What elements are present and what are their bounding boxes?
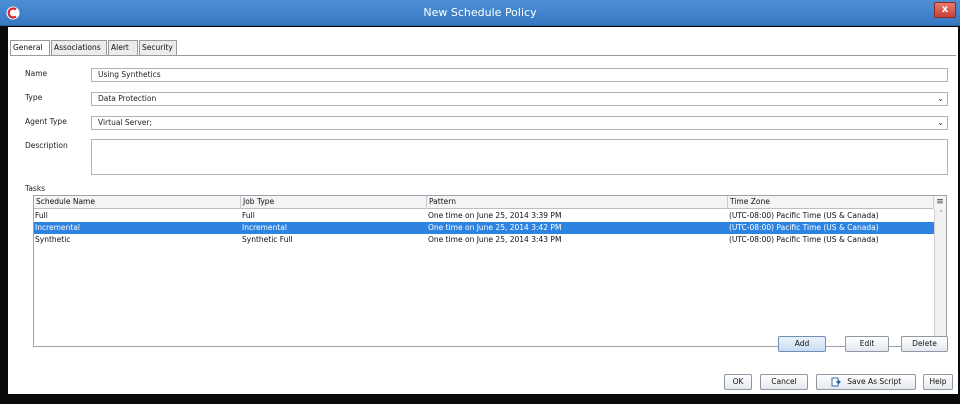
column-header-time-zone[interactable]: Time Zone bbox=[728, 196, 934, 209]
cell-time-zone: (UTC-08:00) Pacific Time (US & Canada) bbox=[729, 211, 879, 220]
agent-type-select[interactable]: Virtual Server; ⌄ bbox=[91, 116, 948, 130]
description-label: Description bbox=[25, 141, 68, 150]
tasks-label: Tasks bbox=[25, 184, 46, 193]
table-row-selected[interactable]: Incremental Incremental One time on June… bbox=[34, 222, 934, 234]
table-row[interactable]: Full Full One time on June 25, 2014 3:39… bbox=[34, 210, 934, 222]
cell-schedule-name: Full bbox=[35, 211, 48, 220]
tab-general[interactable]: General bbox=[10, 40, 50, 56]
tab-security[interactable]: Security bbox=[139, 40, 177, 55]
column-header-schedule-name[interactable]: Schedule Name bbox=[34, 196, 241, 209]
column-chooser-icon[interactable]: ≡ bbox=[934, 196, 946, 209]
cell-job-type: Incremental bbox=[242, 223, 287, 232]
agent-type-label: Agent Type bbox=[25, 117, 67, 126]
cell-pattern: One time on June 25, 2014 3:39 PM bbox=[428, 211, 562, 220]
title-bar[interactable]: New Schedule Policy x bbox=[0, 0, 960, 26]
tasks-table: Schedule Name Job Type Pattern Time Zone… bbox=[33, 195, 947, 347]
save-as-script-label: Save As Script bbox=[847, 377, 902, 386]
chevron-down-icon: ⌄ bbox=[937, 94, 944, 103]
type-value: Data Protection bbox=[98, 94, 157, 103]
ok-button[interactable]: OK bbox=[724, 374, 752, 390]
name-label: Name bbox=[25, 69, 48, 78]
window-bottom-border bbox=[0, 394, 960, 404]
cell-schedule-name: Incremental bbox=[35, 223, 80, 232]
name-input[interactable]: Using Synthetics bbox=[91, 68, 948, 82]
cell-pattern: One time on June 25, 2014 3:42 PM bbox=[428, 223, 562, 232]
cell-pattern: One time on June 25, 2014 3:43 PM bbox=[428, 235, 562, 244]
table-header: Schedule Name Job Type Pattern Time Zone… bbox=[34, 196, 946, 209]
cell-time-zone: (UTC-08:00) Pacific Time (US & Canada) bbox=[729, 223, 879, 232]
add-button[interactable]: Add bbox=[778, 336, 826, 352]
cell-schedule-name: Synthetic bbox=[35, 235, 71, 244]
tab-alert[interactable]: Alert bbox=[108, 40, 138, 55]
delete-button[interactable]: Delete bbox=[901, 336, 948, 352]
table-scrollbar[interactable]: ˄ ˅ bbox=[934, 209, 946, 346]
dialog-content: General Associations Alert Security Name… bbox=[8, 27, 958, 394]
type-label: Type bbox=[25, 93, 43, 102]
cell-time-zone: (UTC-08:00) Pacific Time (US & Canada) bbox=[729, 235, 879, 244]
cancel-button[interactable]: Cancel bbox=[760, 374, 808, 390]
chevron-down-icon: ⌄ bbox=[937, 118, 944, 127]
tab-underline bbox=[10, 55, 956, 56]
column-header-pattern[interactable]: Pattern bbox=[427, 196, 728, 209]
edit-button[interactable]: Edit bbox=[845, 336, 889, 352]
script-icon bbox=[831, 377, 841, 387]
type-select[interactable]: Data Protection ⌄ bbox=[91, 92, 948, 106]
agent-type-value: Virtual Server; bbox=[98, 118, 153, 127]
description-textarea[interactable] bbox=[91, 139, 948, 175]
window-title: New Schedule Policy bbox=[423, 6, 537, 19]
column-header-job-type[interactable]: Job Type bbox=[241, 196, 427, 209]
cell-job-type: Synthetic Full bbox=[242, 235, 293, 244]
save-as-script-button[interactable]: Save As Script bbox=[816, 374, 916, 390]
tab-associations[interactable]: Associations bbox=[51, 40, 107, 55]
scroll-up-icon[interactable]: ˄ bbox=[935, 209, 947, 219]
help-button[interactable]: Help bbox=[923, 374, 953, 390]
table-row[interactable]: Synthetic Synthetic Full One time on Jun… bbox=[34, 234, 934, 246]
cell-job-type: Full bbox=[242, 211, 255, 220]
dialog-window: New Schedule Policy x General Associatio… bbox=[0, 0, 960, 404]
close-button[interactable]: x bbox=[934, 2, 956, 18]
